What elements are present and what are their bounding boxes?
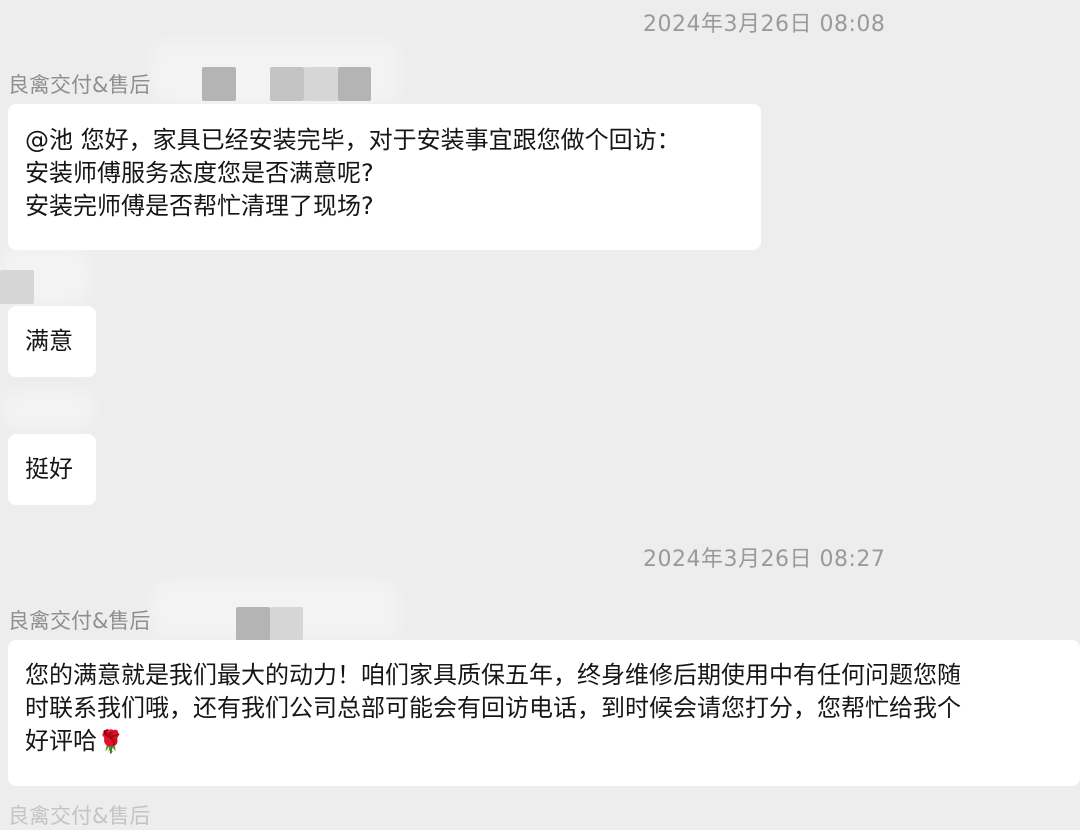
message-text: 好评哈 [25,727,97,755]
message-timestamp: 2024年3月26日 08:27 [643,547,886,572]
redacted-block [270,67,304,101]
message-timestamp: 2024年3月26日 08:08 [643,12,886,37]
redacted-block [338,67,371,101]
message-bubble[interactable]: 您的满意就是我们最大的动力！咱们家具质保五年，终身维修后期使用中有任何问题您随 … [8,640,1080,786]
redacted-block [304,67,338,101]
redacted-block [236,607,270,641]
message-line: 安装师傅服务态度您是否满意呢? [25,159,374,187]
message-line: 安装完师傅是否帮忙清理了现场? [25,192,374,220]
message-line: 好评哈🌹 [25,725,1063,759]
message-bubble[interactable]: @池 您好，家具已经安装完毕，对于安装事宜跟您做个回访： 安装师傅服务态度您是否… [8,104,761,250]
message-line: @池 您好，家具已经安装完毕，对于安装事宜跟您做个回访： [25,126,681,154]
message-line: 挺好 [25,455,73,483]
redacted-block [0,270,34,304]
message-line: 您的满意就是我们最大的动力！咱们家具质保五年，终身维修后期使用中有任何问题您随 [25,661,961,689]
redacted-block [270,607,303,641]
redacted-block [202,67,236,101]
message-line: 满意 [25,327,73,355]
blurred-region [0,390,95,430]
message-bubble[interactable]: 满意 [8,306,96,377]
sender-name: 良禽交付&售后 [8,804,151,828]
sender-name: 良禽交付&售后 [8,609,151,633]
sender-name: 良禽交付&售后 [8,73,151,97]
rose-icon: 🌹 [97,729,125,755]
message-bubble[interactable]: 挺好 [8,434,96,505]
message-line: 时联系我们哦，还有我们公司总部可能会有回访电话，到时候会请您打分，您帮忙给我个 [25,694,961,722]
